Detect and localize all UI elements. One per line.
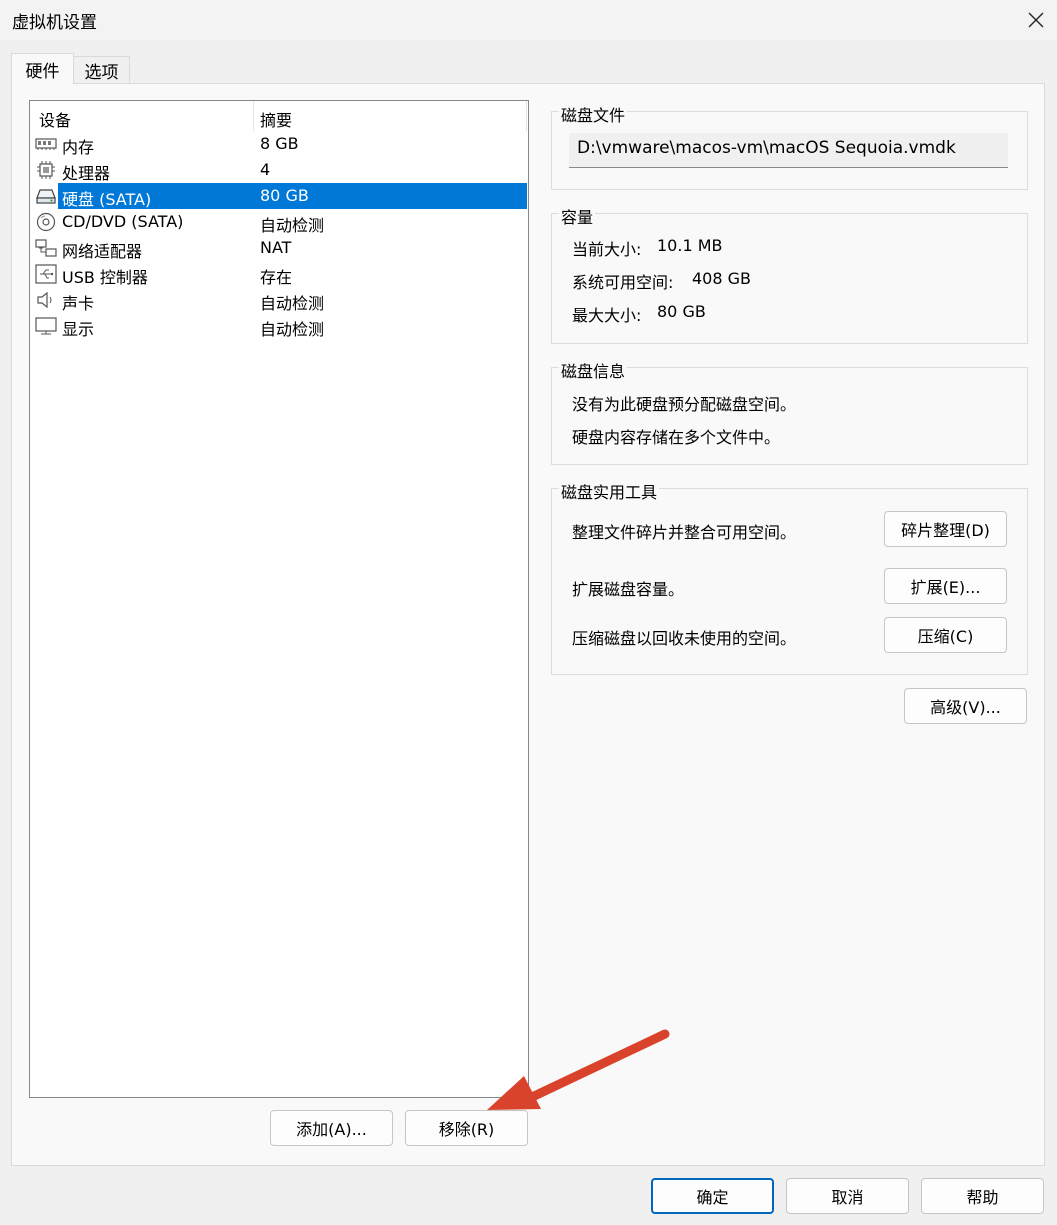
- advanced-button[interactable]: 高级(V)...: [904, 688, 1027, 724]
- close-button[interactable]: [1015, 0, 1057, 40]
- expand-button[interactable]: 扩展(E)...: [884, 568, 1007, 604]
- device-row-cd-dvd[interactable]: CD/DVD (SATA) 自动检测: [30, 209, 528, 235]
- disk-file-title: 磁盘文件: [559, 102, 628, 126]
- cancel-button[interactable]: 取消: [786, 1178, 909, 1214]
- memory-icon: [35, 138, 57, 150]
- device-list[interactable]: 设备 摘要 内存 8 GB 处理器 4 硬盘 (SATA) 80 GB CD/D…: [29, 100, 529, 1098]
- device-name: 内存: [62, 138, 95, 157]
- disk-utilities-title: 磁盘实用工具: [559, 479, 660, 503]
- expand-description: 扩展磁盘容量。: [572, 580, 685, 599]
- sound-card-icon: [37, 291, 52, 309]
- defrag-description: 整理文件碎片并整合可用空间。: [572, 523, 797, 542]
- device-summary: 4: [260, 160, 271, 179]
- device-name: 处理器: [62, 164, 111, 183]
- add-button[interactable]: 添加(A)...: [270, 1110, 393, 1146]
- max-size-value: 80 GB: [657, 302, 706, 321]
- network-adapter-icon: [35, 239, 57, 257]
- disk-info-line: 硬盘内容存储在多个文件中。: [572, 428, 781, 447]
- disk-info-line: 没有为此硬盘预分配磁盘空间。: [572, 395, 797, 414]
- title-bar: 虚拟机设置: [0, 0, 1057, 40]
- device-summary: 8 GB: [260, 134, 299, 153]
- column-divider: [526, 101, 527, 131]
- tab-hardware[interactable]: 硬件: [11, 53, 74, 84]
- device-summary: 自动检测: [260, 216, 325, 235]
- close-icon: [1028, 12, 1044, 28]
- device-summary: NAT: [260, 238, 292, 257]
- compact-description: 压缩磁盘以回收未使用的空间。: [572, 629, 797, 648]
- column-divider[interactable]: [253, 101, 254, 131]
- tab-options[interactable]: 选项: [74, 56, 130, 83]
- device-row-sound-card[interactable]: 声卡 自动检测: [30, 287, 528, 313]
- device-name: 硬盘 (SATA): [62, 190, 152, 209]
- cd-dvd-icon: [36, 212, 56, 232]
- device-name: 声卡: [62, 294, 95, 313]
- ok-button[interactable]: 确定: [651, 1178, 774, 1214]
- column-header-summary[interactable]: 摘要: [260, 107, 292, 131]
- available-space-value: 408 GB: [692, 269, 751, 288]
- display-icon: [35, 317, 57, 335]
- device-name: USB 控制器: [62, 268, 148, 287]
- device-summary: 80 GB: [260, 186, 309, 205]
- device-row-usb-controller[interactable]: USB 控制器 存在: [30, 261, 528, 287]
- device-summary: 自动检测: [260, 294, 325, 313]
- device-name: 网络适配器: [62, 242, 143, 261]
- device-row-network-adapter[interactable]: 网络适配器 NAT: [30, 235, 528, 261]
- device-name: CD/DVD (SATA): [62, 212, 184, 231]
- device-row-hard-disk[interactable]: 硬盘 (SATA) 80 GB: [30, 183, 528, 209]
- remove-button[interactable]: 移除(R): [405, 1110, 528, 1146]
- max-size-label: 最大大小:: [572, 306, 642, 325]
- help-button[interactable]: 帮助: [921, 1178, 1044, 1214]
- window-title: 虚拟机设置: [12, 13, 97, 33]
- disk-file-path-field[interactable]: D:\vmware\macos-vm\macOS Sequoia.vmdk: [569, 133, 1008, 168]
- current-size-label: 当前大小:: [572, 240, 642, 259]
- processor-icon: [37, 161, 55, 179]
- usb-icon: [35, 264, 57, 284]
- current-size-value: 10.1 MB: [657, 236, 723, 255]
- device-row-processor[interactable]: 处理器 4: [30, 157, 528, 183]
- device-name: 显示: [62, 320, 95, 339]
- capacity-title: 容量: [559, 204, 596, 228]
- disk-info-title: 磁盘信息: [559, 358, 628, 382]
- device-summary: 存在: [260, 268, 293, 287]
- compact-button[interactable]: 压缩(C): [884, 617, 1007, 653]
- device-row-memory[interactable]: 内存 8 GB: [30, 131, 528, 157]
- column-header-device[interactable]: 设备: [39, 107, 71, 131]
- available-space-label: 系统可用空间:: [572, 273, 674, 292]
- device-row-display[interactable]: 显示 自动检测: [30, 313, 528, 339]
- hard-disk-icon: [36, 189, 56, 204]
- defragment-button[interactable]: 碎片整理(D): [884, 511, 1007, 547]
- device-summary: 自动检测: [260, 320, 325, 339]
